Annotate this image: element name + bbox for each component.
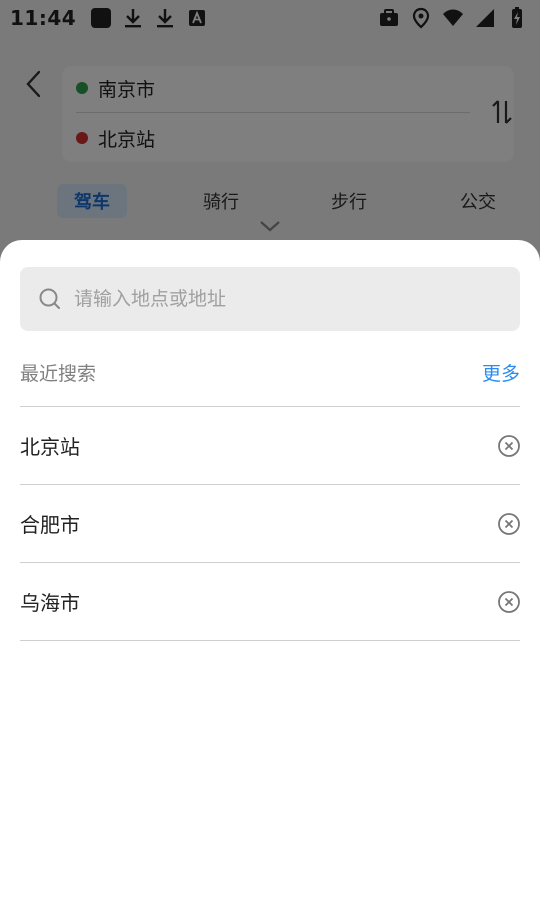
clear-circle-icon[interactable] xyxy=(496,433,522,459)
recent-search-list: 北京站 合肥市 乌海市 xyxy=(20,407,520,641)
more-button[interactable]: 更多 xyxy=(482,359,520,386)
list-item[interactable]: 合肥市 xyxy=(20,485,520,563)
search-input[interactable] xyxy=(74,288,494,310)
list-item[interactable]: 乌海市 xyxy=(20,563,520,641)
list-item-label: 北京站 xyxy=(20,435,80,459)
recent-title: 最近搜索 xyxy=(20,362,97,385)
search-box[interactable] xyxy=(20,267,520,331)
list-item-label: 乌海市 xyxy=(20,591,80,615)
search-sheet: 最近搜索 更多 北京站 合肥市 乌海市 xyxy=(0,240,540,920)
recent-header: 最近搜索 更多 xyxy=(20,350,520,394)
clear-circle-icon[interactable] xyxy=(496,589,522,615)
list-item-label: 合肥市 xyxy=(20,513,80,537)
clear-circle-icon[interactable] xyxy=(496,511,522,537)
list-item[interactable]: 北京站 xyxy=(20,407,520,485)
search-icon xyxy=(38,287,62,311)
